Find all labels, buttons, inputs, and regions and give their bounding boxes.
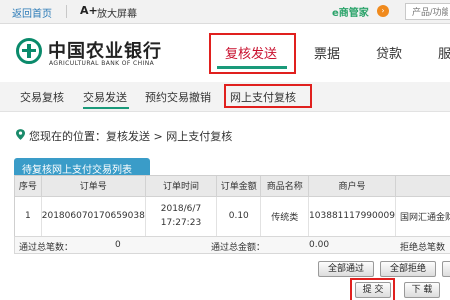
cell-merchant-no: 103881117990009 bbox=[308, 196, 396, 237]
reject-count-label: 拒绝总笔数 bbox=[400, 243, 446, 253]
table-row[interactable]: 1 201806070170659038 2018/6/7 17:27:23 0… bbox=[15, 196, 450, 237]
subnav-transaction-review[interactable]: 交易复核 bbox=[20, 89, 64, 105]
subnav-scheduled-cancel[interactable]: 预约交易撤销 bbox=[145, 89, 211, 105]
zoom-icon[interactable]: A+ bbox=[80, 4, 98, 17]
highlight-box-submit bbox=[350, 278, 395, 300]
cell-product: 传统类 bbox=[260, 196, 310, 237]
table-header-row: 序号 订单号 订单时间 订单金额 商品名称 商户号 bbox=[15, 176, 450, 197]
cell-extra: 国网汇通金财 bbox=[395, 196, 450, 237]
col-amount: 订单金额 bbox=[216, 176, 262, 197]
table-title-tab: 待复核网上支付交易列表 bbox=[14, 158, 150, 176]
transaction-table: 序号 订单号 订单时间 订单金额 商品名称 商户号 1 201806070170… bbox=[14, 175, 450, 238]
more-button[interactable] bbox=[442, 261, 450, 277]
nav-loans[interactable]: 贷款 bbox=[376, 43, 402, 62]
cell-seq: 1 bbox=[15, 196, 42, 237]
bank-logo-icon bbox=[16, 38, 42, 64]
col-extra bbox=[395, 176, 450, 197]
col-order-time: 订单时间 bbox=[145, 176, 218, 197]
divider bbox=[66, 5, 67, 18]
col-merchant-no: 商户号 bbox=[308, 176, 396, 197]
active-subnav-underline bbox=[83, 107, 129, 109]
home-link[interactable]: 返回首页 bbox=[12, 5, 52, 20]
bank-name-en: AGRICULTURAL BANK OF CHINA bbox=[49, 60, 155, 67]
pass-count-label: 通过总笔数： bbox=[19, 243, 74, 253]
page: 返回首页 A+ 放大屏幕 e商管家 › 中国农业银行 AGRICULTURAL … bbox=[0, 0, 450, 300]
location-pin-icon bbox=[16, 129, 25, 140]
breadcrumb: 您现在的位置：复核发送 > 网上支付复核 bbox=[29, 130, 233, 143]
manager-link[interactable]: e商管家 bbox=[332, 4, 369, 19]
cell-order-date: 2018/6/7 bbox=[160, 204, 202, 214]
col-order-no: 订单号 bbox=[41, 176, 146, 197]
cell-order-time: 2018/6/7 17:27:23 bbox=[145, 196, 218, 237]
col-seq: 序号 bbox=[15, 176, 42, 197]
zoom-screen-link[interactable]: 放大屏幕 bbox=[97, 5, 137, 20]
pass-amount-label: 通过总金额： bbox=[211, 243, 266, 253]
pass-all-button[interactable]: 全部通过 bbox=[318, 261, 374, 277]
summary-bar: 通过总笔数： 0 通过总金额： 0.00 拒绝总笔数 bbox=[14, 236, 450, 254]
manager-arrow-icon[interactable]: › bbox=[377, 5, 389, 17]
cell-order-clock: 17:27:23 bbox=[160, 218, 202, 228]
highlight-box-subnav bbox=[224, 84, 312, 108]
nav-service[interactable]: 服 bbox=[438, 43, 450, 62]
highlight-box-nav bbox=[209, 33, 296, 74]
cell-order-no: 201806070170659038 bbox=[41, 196, 146, 237]
col-product: 商品名称 bbox=[260, 176, 310, 197]
subnav-transaction-send[interactable]: 交易发送 bbox=[83, 89, 127, 105]
cell-amount: 0.10 bbox=[216, 196, 262, 237]
reject-all-button[interactable]: 全部拒绝 bbox=[380, 261, 436, 277]
search-input[interactable] bbox=[405, 3, 450, 20]
pass-count-value: 0 bbox=[115, 240, 121, 250]
pass-amount-value: 0.00 bbox=[309, 240, 330, 250]
download-button[interactable]: 下 载 bbox=[404, 282, 440, 298]
top-utility-bar: 返回首页 A+ 放大屏幕 e商管家 › bbox=[0, 0, 450, 24]
nav-bills[interactable]: 票据 bbox=[314, 43, 340, 62]
